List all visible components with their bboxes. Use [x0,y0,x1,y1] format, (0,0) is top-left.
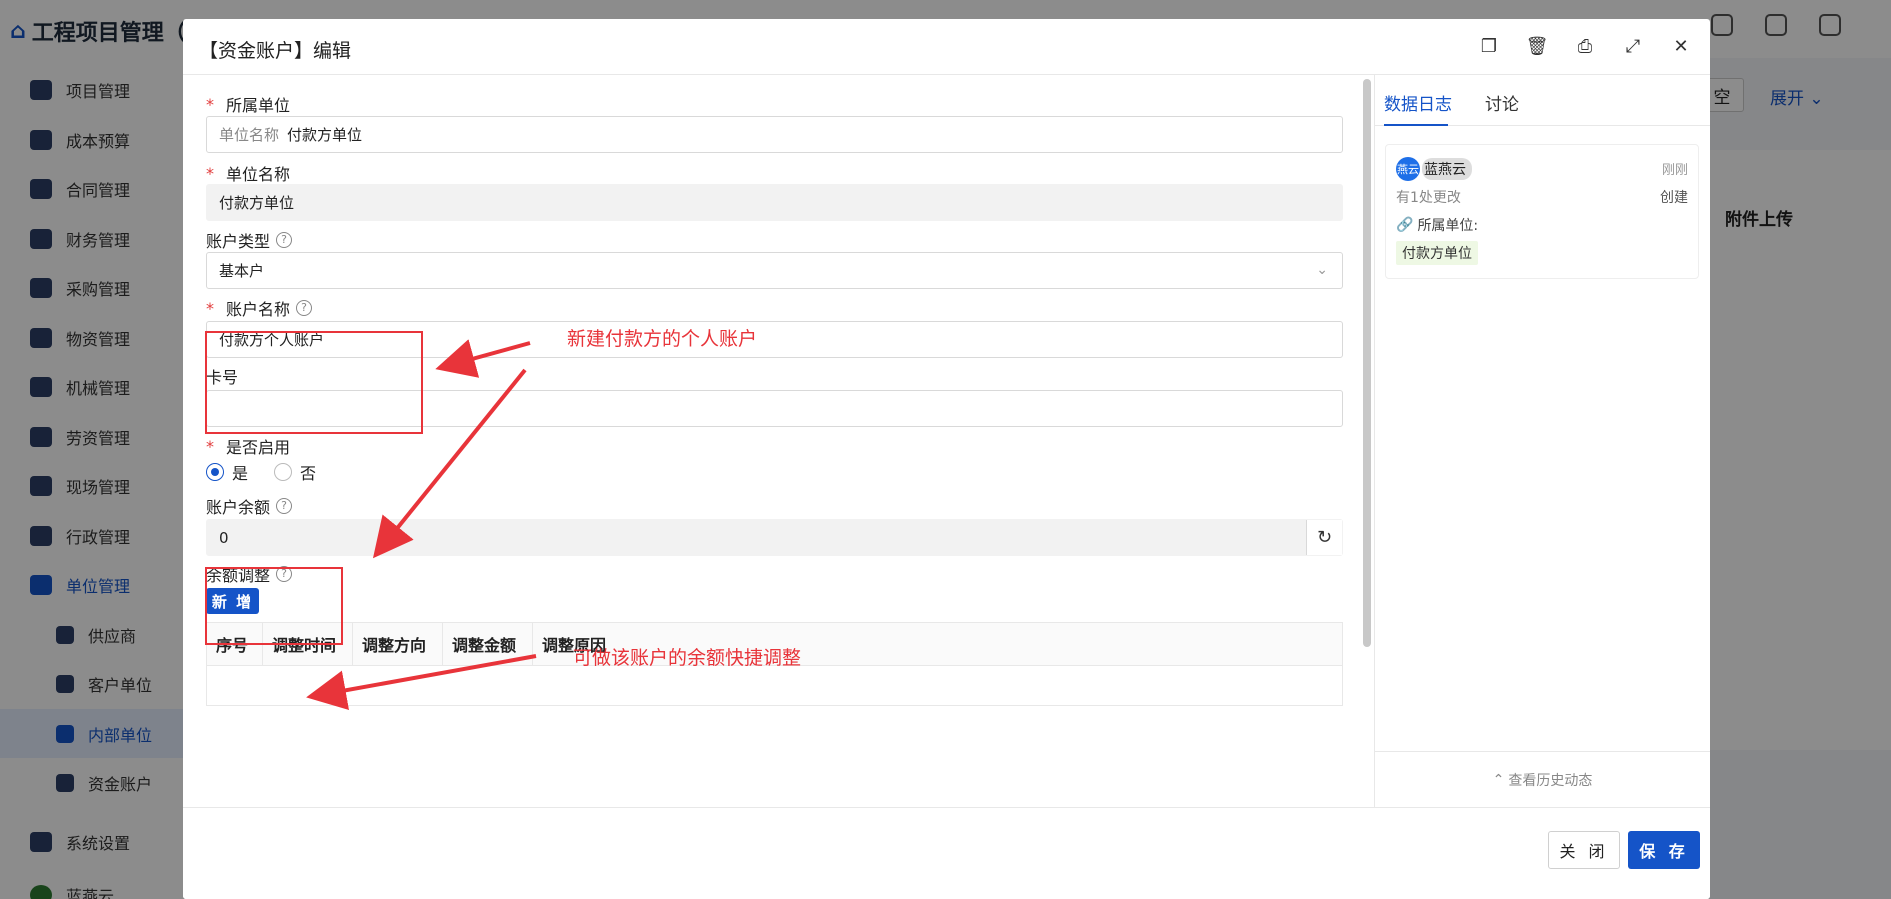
print-icon[interactable]: ⎙ [1574,35,1596,57]
account-type-value: 基本户 [219,262,265,280]
annotation-box-balance [205,567,343,645]
edit-modal: 【资金账户】编辑 ❐ 🗑 ⎙ ⤢ ✕ * 所属单位 单位名称 付款方单位 * 单位名… [183,19,1710,899]
unit-prefix: 单位名称 [219,126,280,144]
column-header: 调整方向 [353,623,443,665]
log-time: 刚刚 [1661,163,1688,178]
unit-name-label-text: 单位名称 [226,165,291,184]
log-field-text: 所属单位: [1417,218,1479,234]
log-entry: 燕云 蓝燕云 刚刚 有1处更改 创建 🔗 所属单位: 付款方单位 [1385,144,1699,279]
unit-label: * 所属单位 [206,92,290,116]
log-field: 🔗 所属单位: [1396,215,1478,235]
side-panel: 数据日志 讨论 燕云 蓝燕云 刚刚 有1处更改 创建 🔗 所属单位: 付款方单位 … [1374,75,1710,807]
enabled-label-text: 是否启用 [226,438,291,457]
column-header: 调整金额 [443,623,533,665]
close-button[interactable]: 关 闭 [1548,831,1620,869]
history-text: 查看历史动态 [1508,772,1593,789]
balance-label-text: 账户余额 [206,498,271,517]
log-value: 付款方单位 [1396,241,1478,265]
log-user: 蓝燕云 [1422,158,1472,180]
active-tab-indicator [1384,124,1448,126]
help-icon[interactable]: ? [276,232,293,248]
unit-name-field: 付款方单位 [206,184,1343,221]
annotation-note-1: 新建付款方的个人账户 [567,328,758,350]
radio-unchecked-icon [274,463,293,481]
chevron-down-icon: ⌄ [1316,262,1328,278]
enabled-label: * 是否启用 [206,434,290,458]
balance-field: 0 ↻ [206,519,1343,556]
radio-checked-icon [206,463,224,481]
tab-discussion[interactable]: 讨论 [1485,90,1519,115]
radio-no-label: 否 [300,464,317,483]
enabled-no-radio[interactable]: 否 [274,460,316,484]
unit-field[interactable]: 单位名称 付款方单位 [206,116,1343,153]
side-tabs: 数据日志 讨论 [1375,75,1710,126]
annotation-note-2: 可做该账户的余额快捷调整 [573,647,802,669]
refresh-icon[interactable]: ↻ [1306,520,1342,555]
account-name-label-text: 账户名称 [226,300,291,319]
modal-title: 【资金账户】编辑 [199,40,352,62]
unit-name-label: * 单位名称 [206,161,290,185]
annotation-box-account-name [205,331,423,434]
account-type-label-text: 账户类型 [206,232,271,251]
chevron-up-icon: ⌃ [1492,771,1505,788]
enabled-yes-radio[interactable]: 是 [206,460,248,484]
tab-data-log[interactable]: 数据日志 [1384,90,1452,115]
enabled-radio-group: 是 否 [206,460,316,484]
form-scrollbar[interactable] [1363,79,1371,647]
unit-name-value: 付款方单位 [219,194,295,212]
fullscreen-icon[interactable]: ⤢ [1622,35,1644,57]
save-button[interactable]: 保 存 [1628,831,1700,869]
modal-footer: 关 闭 保 存 [183,807,1710,899]
help-icon[interactable]: ? [296,300,313,316]
unit-label-text: 所属单位 [226,96,291,115]
account-type-label: 账户类型? [206,228,293,252]
radio-yes-label: 是 [232,464,249,483]
copy-icon[interactable]: ❐ [1478,35,1500,57]
account-name-label: * 账户名称? [206,296,313,320]
link-icon: 🔗 [1396,217,1414,233]
avatar: 燕云 [1396,157,1420,181]
balance-label: 账户余额? [206,494,293,518]
log-change-count: 有1处更改 [1396,190,1461,206]
unit-value: 付款方单位 [287,126,363,144]
delete-icon[interactable]: 🗑 [1526,35,1549,57]
modal-toolbar: ❐ 🗑 ⎙ ⤢ ✕ [1478,35,1692,57]
help-icon[interactable]: ? [276,498,293,514]
log-action: 创建 [1660,190,1688,206]
account-type-select[interactable]: 基本户 ⌄ [206,252,1343,289]
history-link[interactable]: ⌃ 查看历史动态 [1375,751,1710,807]
balance-value: 0 [219,528,229,547]
modal-header: 【资金账户】编辑 ❐ 🗑 ⎙ ⤢ ✕ [183,19,1710,75]
form-area: * 所属单位 单位名称 付款方单位 * 单位名称 付款方单位 账户类型? 基本户 ⌄… [183,75,1373,807]
close-icon[interactable]: ✕ [1670,35,1692,57]
